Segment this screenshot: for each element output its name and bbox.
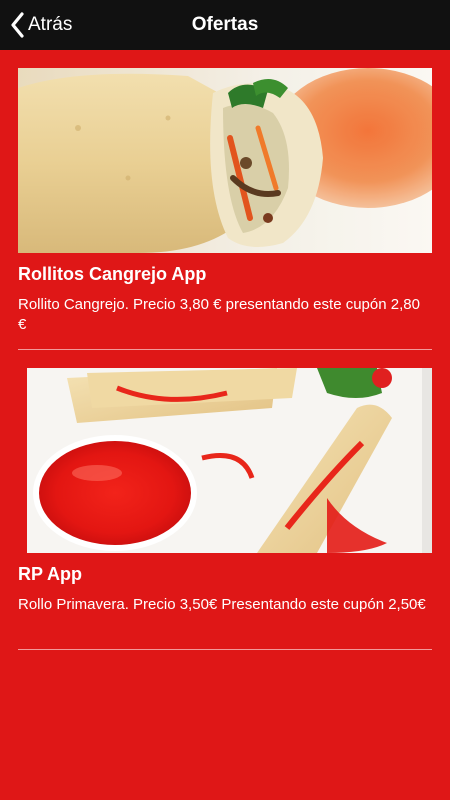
- divider: [18, 649, 432, 650]
- offer-title: Rollitos Cangrejo App: [18, 264, 207, 284]
- offer-photo-crab-rolls: [18, 68, 432, 253]
- offer-title: RP App: [18, 564, 83, 584]
- offer-description: Rollo Primavera. Precio 3,50€ Presentand…: [18, 596, 426, 613]
- offer-photo-spring-roll: [27, 368, 432, 553]
- divider: [18, 349, 432, 350]
- page-title: Ofertas: [191, 14, 259, 35]
- offer-card-crab-rolls[interactable]: Rollitos Cangrejo App Rollito Cangrejo. …: [18, 68, 432, 350]
- offer-description: Rollito Cangrejo. Precio 3,80 € presenta…: [18, 296, 420, 333]
- top-bar: Atrás Ofertas: [0, 0, 450, 50]
- offer-card-spring-roll[interactable]: RP App Rollo Primavera. Precio 3,50€ Pre…: [18, 368, 432, 650]
